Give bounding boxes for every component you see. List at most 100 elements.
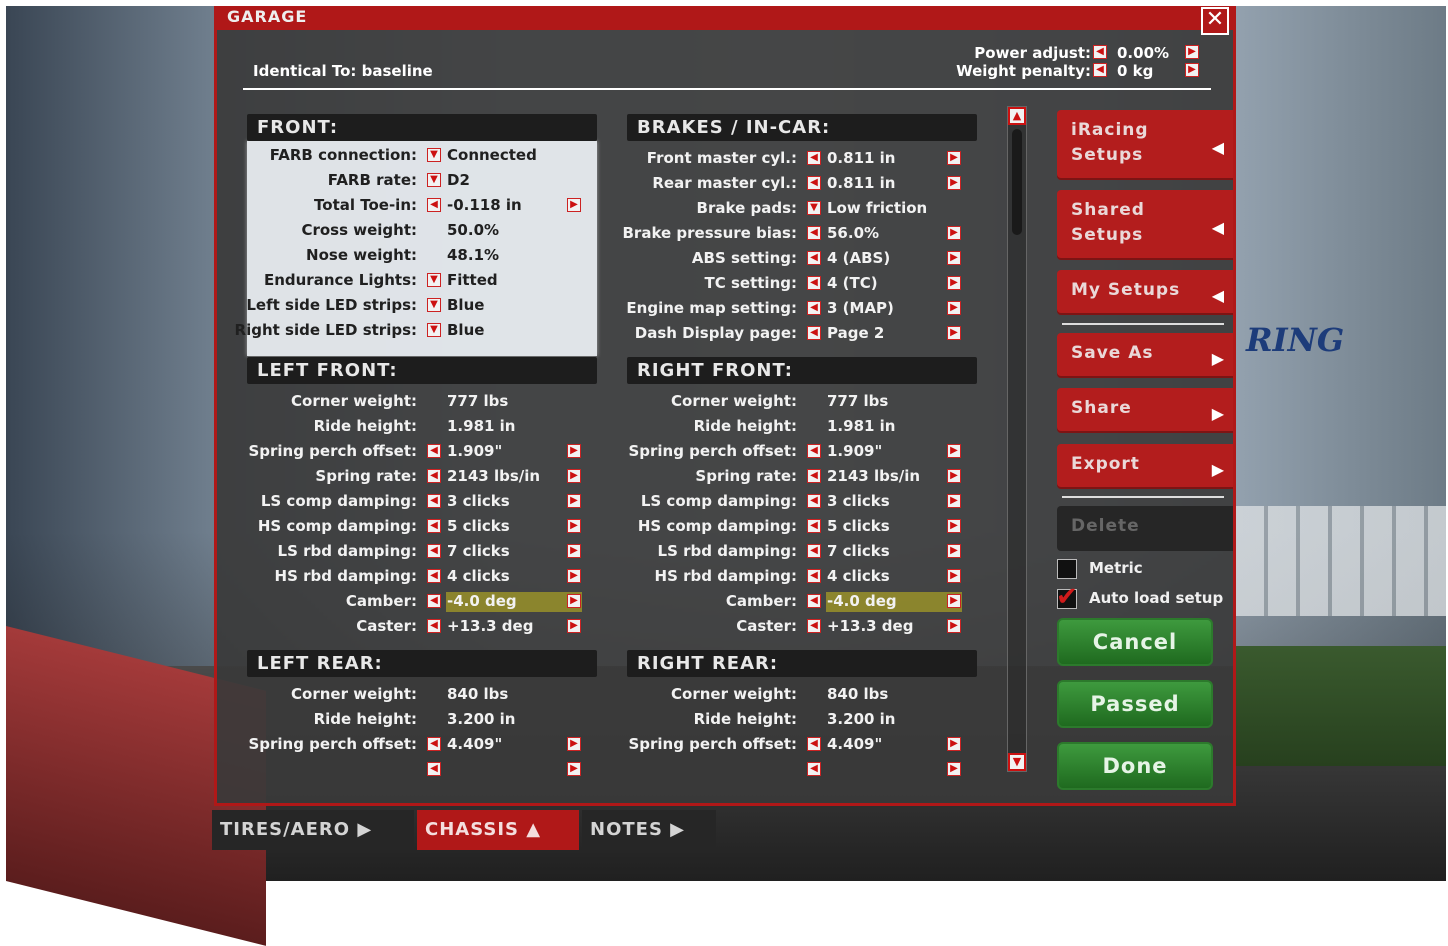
decrease-arrow-icon[interactable]: ◀ bbox=[807, 569, 821, 583]
sidebar-divider bbox=[1062, 496, 1224, 498]
increase-arrow-icon[interactable]: ▶ bbox=[567, 494, 581, 508]
increase-arrow-icon[interactable]: ▶ bbox=[947, 619, 961, 633]
decrease-arrow-icon[interactable]: ◀ bbox=[427, 594, 441, 608]
increase-arrow-icon[interactable]: ▶ bbox=[947, 301, 961, 315]
save-as-button[interactable]: Save As ▶ bbox=[1057, 333, 1233, 378]
scroll-down-button[interactable]: ▼ bbox=[1008, 753, 1026, 771]
decrease-arrow-icon[interactable]: ◀ bbox=[807, 594, 821, 608]
power-adjust-increase-button[interactable]: ▶ bbox=[1185, 45, 1199, 59]
row-value: 7 clicks bbox=[827, 542, 890, 560]
tab-tires-aero[interactable]: TIRES/AERO ▶ bbox=[212, 810, 414, 850]
metric-checkbox[interactable] bbox=[1057, 559, 1077, 579]
increase-arrow-icon[interactable]: ▶ bbox=[567, 737, 581, 751]
increase-arrow-icon[interactable]: ▶ bbox=[947, 594, 961, 608]
scroll-up-button[interactable]: ▲ bbox=[1008, 107, 1026, 125]
row-value: 3 clicks bbox=[447, 492, 510, 510]
increase-arrow-icon[interactable]: ▶ bbox=[567, 544, 581, 558]
decrease-arrow-icon[interactable]: ◀ bbox=[807, 301, 821, 315]
decrease-arrow-icon[interactable]: ◀ bbox=[807, 276, 821, 290]
share-button[interactable]: Share ▶ bbox=[1057, 388, 1233, 433]
increase-arrow-icon[interactable]: ▶ bbox=[947, 444, 961, 458]
increase-arrow-icon[interactable]: ▶ bbox=[567, 762, 581, 776]
decrease-arrow-icon[interactable]: ◀ bbox=[807, 519, 821, 533]
increase-arrow-icon[interactable]: ▶ bbox=[947, 326, 961, 340]
close-button[interactable]: ✕ bbox=[1201, 7, 1229, 35]
infield-grass bbox=[1236, 646, 1446, 766]
passed-button[interactable]: Passed bbox=[1057, 680, 1213, 728]
decrease-arrow-icon[interactable]: ◀ bbox=[807, 762, 821, 776]
increase-arrow-icon[interactable]: ▶ bbox=[947, 544, 961, 558]
dropdown-arrow-icon[interactable]: ▼ bbox=[427, 173, 441, 187]
decrease-arrow-icon[interactable]: ◀ bbox=[807, 176, 821, 190]
increase-arrow-icon[interactable]: ▶ bbox=[947, 762, 961, 776]
decrease-arrow-icon[interactable]: ◀ bbox=[807, 619, 821, 633]
decrease-arrow-icon[interactable]: ◀ bbox=[427, 619, 441, 633]
decrease-arrow-icon[interactable]: ◀ bbox=[807, 251, 821, 265]
decrease-arrow-icon[interactable]: ◀ bbox=[427, 737, 441, 751]
decrease-arrow-icon[interactable]: ◀ bbox=[427, 444, 441, 458]
decrease-arrow-icon[interactable]: ◀ bbox=[807, 226, 821, 240]
iracing-setups-button[interactable]: iRacing Setups ◀ bbox=[1057, 110, 1233, 180]
increase-arrow-icon[interactable]: ▶ bbox=[567, 444, 581, 458]
increase-arrow-icon[interactable]: ▶ bbox=[567, 569, 581, 583]
weight-penalty-increase-button[interactable]: ▶ bbox=[1185, 63, 1199, 77]
scroll-thumb[interactable] bbox=[1012, 129, 1022, 235]
increase-arrow-icon[interactable]: ▶ bbox=[947, 494, 961, 508]
decrease-arrow-icon[interactable]: ◀ bbox=[427, 519, 441, 533]
row-label: HS rbd damping: bbox=[654, 567, 797, 585]
increase-arrow-icon[interactable]: ▶ bbox=[947, 569, 961, 583]
done-button[interactable]: Done bbox=[1057, 742, 1213, 790]
setup-scrollbar[interactable]: ▲ ▼ bbox=[1007, 106, 1027, 772]
increase-arrow-icon[interactable]: ▶ bbox=[947, 737, 961, 751]
dropdown-arrow-icon[interactable]: ▼ bbox=[427, 298, 441, 312]
auto-load-setup-checkbox[interactable]: ✔ bbox=[1056, 582, 1078, 612]
my-setups-button[interactable]: My Setups ◀ bbox=[1057, 270, 1233, 315]
row-value: Page 2 bbox=[827, 324, 885, 342]
decrease-arrow-icon[interactable]: ◀ bbox=[807, 444, 821, 458]
increase-arrow-icon[interactable]: ▶ bbox=[567, 594, 581, 608]
increase-arrow-icon[interactable]: ▶ bbox=[567, 519, 581, 533]
auto-load-setup-label: Auto load setup bbox=[1089, 589, 1224, 607]
decrease-arrow-icon[interactable]: ◀ bbox=[427, 494, 441, 508]
decrease-arrow-icon[interactable]: ◀ bbox=[807, 151, 821, 165]
increase-arrow-icon[interactable]: ▶ bbox=[947, 226, 961, 240]
decrease-arrow-icon[interactable]: ◀ bbox=[427, 469, 441, 483]
decrease-arrow-icon[interactable]: ◀ bbox=[807, 469, 821, 483]
increase-arrow-icon[interactable]: ▶ bbox=[567, 619, 581, 633]
shared-setups-button[interactable]: Shared Setups ◀ bbox=[1057, 190, 1233, 260]
cancel-button[interactable]: Cancel bbox=[1057, 618, 1213, 666]
garage-window: GARAGE ✕ Identical To: baseline Power ad… bbox=[214, 6, 1236, 806]
delete-button[interactable]: Delete bbox=[1057, 506, 1233, 551]
weight-penalty-decrease-button[interactable]: ◀ bbox=[1093, 63, 1107, 77]
dropdown-arrow-icon[interactable]: ▼ bbox=[427, 148, 441, 162]
dropdown-arrow-icon[interactable]: ▼ bbox=[427, 323, 441, 337]
increase-arrow-icon[interactable]: ▶ bbox=[567, 198, 581, 212]
increase-arrow-icon[interactable]: ▶ bbox=[947, 151, 961, 165]
decrease-arrow-icon[interactable]: ◀ bbox=[807, 326, 821, 340]
increase-arrow-icon[interactable]: ▶ bbox=[947, 251, 961, 265]
dropdown-arrow-icon[interactable]: ▼ bbox=[427, 273, 441, 287]
increase-arrow-icon[interactable]: ▶ bbox=[947, 276, 961, 290]
decrease-arrow-icon[interactable]: ◀ bbox=[807, 494, 821, 508]
decrease-arrow-icon[interactable]: ◀ bbox=[807, 544, 821, 558]
tab-notes[interactable]: NOTES ▶ bbox=[582, 810, 716, 850]
track-sign: RING bbox=[1246, 321, 1345, 359]
row-label: Spring rate: bbox=[315, 467, 417, 485]
increase-arrow-icon[interactable]: ▶ bbox=[947, 519, 961, 533]
export-button[interactable]: Export ▶ bbox=[1057, 444, 1233, 489]
checkmark-icon: ✔ bbox=[1056, 582, 1078, 612]
row-value: +13.3 deg bbox=[447, 617, 534, 635]
decrease-arrow-icon[interactable]: ◀ bbox=[807, 737, 821, 751]
decrease-arrow-icon[interactable]: ◀ bbox=[427, 762, 441, 776]
power-adjust-decrease-button[interactable]: ◀ bbox=[1093, 45, 1107, 59]
row-label: Spring perch offset: bbox=[248, 735, 417, 753]
increase-arrow-icon[interactable]: ▶ bbox=[567, 469, 581, 483]
decrease-arrow-icon[interactable]: ◀ bbox=[427, 544, 441, 558]
increase-arrow-icon[interactable]: ▶ bbox=[947, 469, 961, 483]
tab-chassis[interactable]: CHASSIS ▲ bbox=[417, 810, 579, 850]
decrease-arrow-icon[interactable]: ◀ bbox=[427, 569, 441, 583]
setup-row: Corner weight: 777 lbs bbox=[627, 389, 977, 414]
dropdown-arrow-icon[interactable]: ▼ bbox=[807, 201, 821, 215]
decrease-arrow-icon[interactable]: ◀ bbox=[427, 198, 441, 212]
increase-arrow-icon[interactable]: ▶ bbox=[947, 176, 961, 190]
